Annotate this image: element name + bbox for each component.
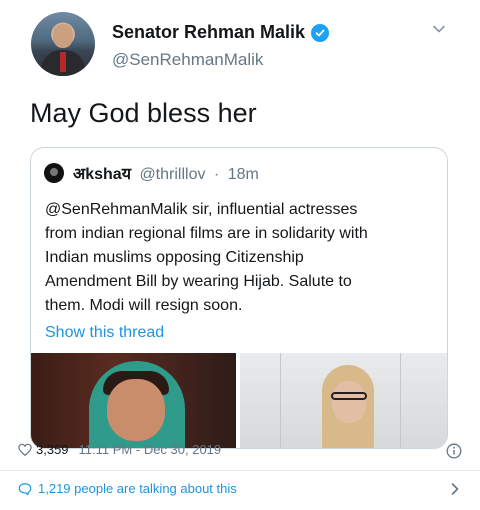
speech-bubble-icon <box>18 482 32 495</box>
image-2-tile-line <box>400 353 401 448</box>
quoted-tweet-body: @SenRehmanMalik sir, influential actress… <box>45 198 437 318</box>
like-count[interactable]: 3,359 <box>36 442 69 457</box>
tweet-timestamp[interactable]: 11:11 PM - Dec 30, 2019 <box>79 442 222 457</box>
quoted-tweet-time[interactable]: 18m <box>228 166 259 183</box>
author-handle[interactable]: @SenRehmanMalik <box>112 50 263 70</box>
tweet-text: May God bless her <box>30 98 257 128</box>
quoted-author-handle[interactable]: @thrilllov <box>139 166 205 183</box>
avatar-face <box>53 24 73 48</box>
media-image-1[interactable] <box>31 353 236 448</box>
talking-text[interactable]: 1,219 people are talking about this <box>38 481 237 496</box>
checkmark-icon <box>315 29 325 36</box>
image-2-glasses <box>331 392 367 400</box>
embedded-tweet: Senator Rehman Malik @SenRehmanMalik May… <box>0 0 480 510</box>
quoted-tweet-header: अkshaय @thrilllov · 18m <box>73 162 259 184</box>
quoted-tweet[interactable]: अkshaय @thrilllov · 18m @SenRehmanMalik … <box>30 147 448 449</box>
chevron-down-icon[interactable] <box>432 22 446 36</box>
quoted-body-line: them. Modi will resign soon. <box>45 297 243 314</box>
quoted-body-line: Amendment Bill by wearing Hijab. Salute … <box>45 273 352 290</box>
quoted-author-name[interactable]: अkshaय <box>73 166 131 183</box>
show-thread-link[interactable]: Show this thread <box>45 324 164 342</box>
verified-badge-icon <box>311 23 330 42</box>
image-1-face <box>107 379 165 441</box>
author-display-name[interactable]: Senator Rehman Malik <box>112 22 305 43</box>
image-2-face <box>332 381 366 423</box>
author-name-row[interactable]: Senator Rehman Malik <box>112 22 330 43</box>
media-image-2[interactable] <box>240 353 447 448</box>
info-icon[interactable] <box>446 443 462 459</box>
talking-row[interactable]: 1,219 people are talking about this <box>18 481 237 496</box>
quoted-body-line: Indian muslims opposing Citizenship <box>45 249 304 266</box>
image-2-tile-line <box>280 353 281 448</box>
avatar-tie <box>60 52 66 72</box>
separator-dot: · <box>213 166 220 183</box>
quoted-body-line: @SenRehmanMalik sir, influential actress… <box>45 201 358 218</box>
chevron-right-icon[interactable] <box>449 482 461 496</box>
quoted-media <box>31 353 447 448</box>
quoted-author-avatar[interactable] <box>44 163 64 183</box>
author-avatar[interactable] <box>31 12 95 76</box>
heart-icon[interactable] <box>18 443 32 457</box>
tweet-meta-row: 3,359 11:11 PM - Dec 30, 2019 <box>18 442 221 457</box>
quoted-body-line: from indian regional films are in solida… <box>45 225 368 242</box>
footer-divider <box>0 470 480 471</box>
